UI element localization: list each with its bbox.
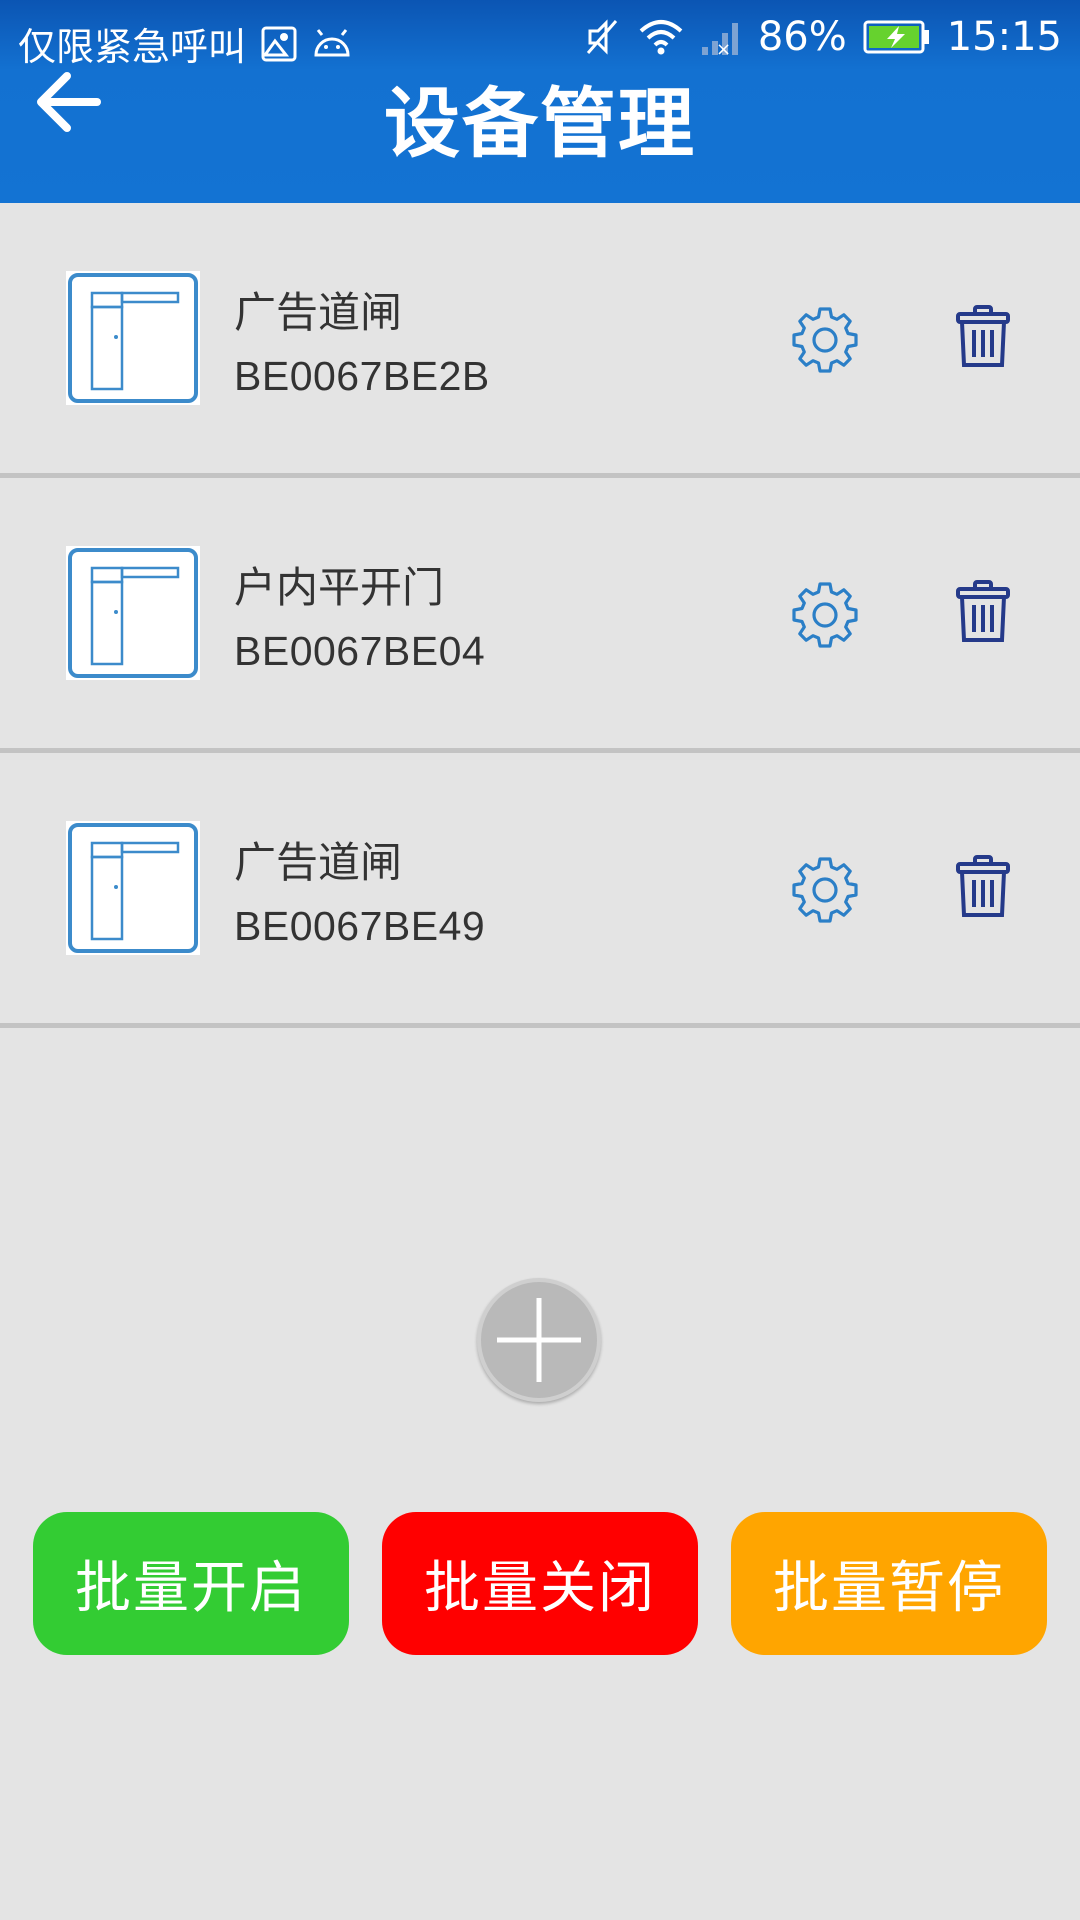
image-icon — [261, 26, 297, 61]
device-id: BE0067BE2B — [234, 353, 490, 399]
device-row[interactable]: 户内平开门 BE0067BE04 — [0, 478, 1080, 753]
clock: 15:15 — [946, 14, 1062, 60]
bulk-close-button[interactable]: 批量关闭 — [382, 1512, 698, 1655]
barrier-gate-icon — [66, 271, 200, 405]
android-icon — [314, 28, 350, 56]
delete-trash-icon[interactable] — [955, 855, 1011, 919]
settings-gear-icon[interactable] — [790, 305, 860, 375]
device-row[interactable]: 广告道闸 BE0067BE49 — [0, 753, 1080, 1028]
settings-gear-icon[interactable] — [790, 855, 860, 925]
bulk-pause-button[interactable]: 批量暂停 — [731, 1512, 1047, 1655]
device-name: 广告道闸 — [234, 288, 403, 337]
device-id: BE0067BE49 — [234, 903, 486, 949]
battery-percent: 86% — [757, 14, 847, 60]
page-title: 设备管理 — [384, 79, 696, 168]
settings-gear-icon[interactable] — [790, 580, 860, 650]
svg-text:×: × — [716, 39, 731, 57]
bulk-open-button[interactable]: 批量开启 — [33, 1512, 349, 1655]
add-device-button[interactable] — [477, 1278, 601, 1402]
signal-icon: × — [701, 23, 738, 57]
device-name: 户内平开门 — [234, 563, 445, 612]
battery-charging-icon — [863, 20, 929, 54]
delete-trash-icon[interactable] — [955, 580, 1011, 644]
barrier-gate-icon — [66, 821, 200, 955]
plus-icon — [497, 1298, 581, 1382]
device-name: 广告道闸 — [234, 838, 403, 887]
wifi-icon — [639, 20, 683, 55]
device-row[interactable]: 广告道闸 BE0067BE2B — [0, 203, 1080, 478]
device-list: 广告道闸 BE0067BE2B 户内平开门 BE0067BE04 广告道闸 BE… — [0, 203, 1080, 1028]
app-header: 仅限紧急呼叫 × 86% 15:15 设备管理 — [0, 0, 1080, 203]
mute-icon — [586, 19, 617, 55]
delete-trash-icon[interactable] — [955, 305, 1011, 369]
barrier-gate-icon — [66, 546, 200, 680]
device-id: BE0067BE04 — [234, 628, 486, 674]
